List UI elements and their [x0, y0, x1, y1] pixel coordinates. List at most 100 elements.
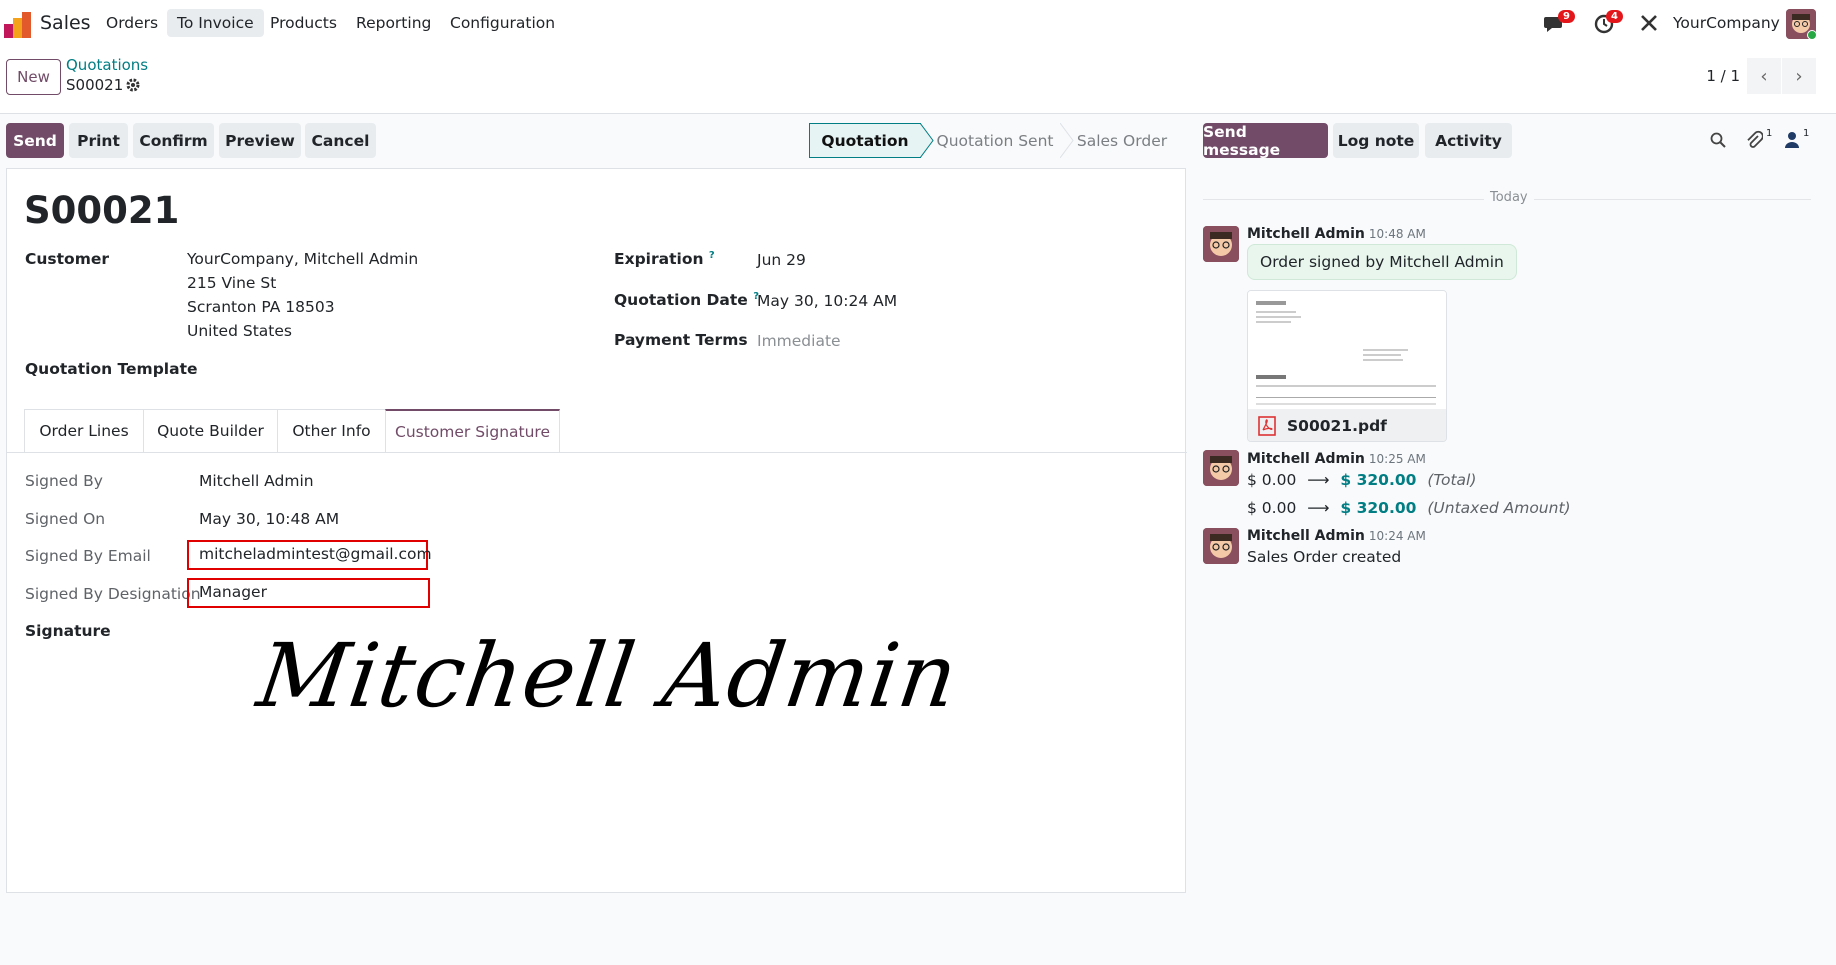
print-button[interactable]: Print — [69, 123, 128, 158]
company-switcher[interactable]: YourCompany — [1673, 14, 1780, 32]
message-header: Mitchell Admin 10:48 AM — [1247, 224, 1426, 242]
tracking-value-row: $ 0.00 ⟶ $ 320.00 (Untaxed Amount) — [1247, 499, 1571, 517]
search-icon[interactable] — [1710, 132, 1726, 148]
sales-app-icon[interactable] — [4, 12, 32, 38]
message-avatar[interactable] — [1203, 528, 1239, 564]
date-separator: Today — [1484, 190, 1534, 205]
menu-to-invoice[interactable]: To Invoice — [167, 9, 264, 37]
status-bar: Quotation Quotation Sent Sales Order — [809, 123, 1173, 158]
message-author[interactable]: Mitchell Admin — [1247, 451, 1365, 467]
user-face-icon — [1203, 528, 1239, 564]
arrow-right-icon: ⟶ — [1307, 499, 1330, 517]
tab-other-info[interactable]: Other Info — [277, 409, 386, 452]
payment-terms-value[interactable]: Immediate — [757, 332, 841, 350]
signature-label: Signature — [25, 622, 111, 640]
customer-city: Scranton PA 18503 — [187, 298, 335, 316]
message-avatar[interactable] — [1203, 450, 1239, 486]
tracking-field-name: (Untaxed Amount) — [1427, 499, 1571, 517]
tab-customer-signature[interactable]: Customer Signature — [385, 409, 560, 452]
tracking-value-row: $ 0.00 ⟶ $ 320.00 (Total) — [1247, 471, 1476, 489]
preview-button[interactable]: Preview — [219, 123, 301, 158]
arrow-right-icon: ⟶ — [1307, 471, 1330, 489]
status-sales-order[interactable]: Sales Order — [1071, 123, 1173, 158]
menu-products[interactable]: Products — [270, 14, 337, 32]
help-icon[interactable]: ? — [709, 250, 715, 261]
menu-configuration[interactable]: Configuration — [450, 14, 555, 32]
confirm-button[interactable]: Confirm — [133, 123, 214, 158]
message-body: Order signed by Mitchell Admin — [1247, 244, 1517, 280]
status-quotation-sent[interactable]: Quotation Sent — [929, 123, 1061, 158]
quotation-date-label: Quotation Date ? — [614, 291, 759, 310]
pdf-preview-thumbnail — [1248, 291, 1446, 409]
signature-image[interactable]: Mitchell Admin — [248, 624, 965, 754]
followers-count: 1 — [1803, 128, 1810, 139]
signed-by-designation-field[interactable]: Manager — [187, 578, 430, 608]
send-button[interactable]: Send — [6, 123, 64, 158]
new-button[interactable]: New — [6, 59, 61, 95]
payment-terms-label: Payment Terms — [614, 331, 748, 349]
tab-divider — [7, 452, 1187, 453]
signed-by-email-label: Signed By Email — [25, 547, 151, 565]
message-time: 10:24 AM — [1368, 529, 1426, 543]
tab-order-lines[interactable]: Order Lines — [24, 409, 144, 452]
quotation-template-label: Quotation Template — [25, 360, 198, 378]
customer-label: Customer — [25, 250, 110, 268]
quotation-date-value[interactable]: May 30, 10:24 AM — [757, 292, 897, 310]
tracking-old-value: $ 0.00 — [1247, 471, 1297, 489]
activities-badge: 4 — [1606, 10, 1623, 23]
signed-by-designation-label: Signed By Designation — [25, 585, 201, 603]
tracking-new-value: $ 320.00 — [1340, 471, 1417, 489]
signed-by-label: Signed By — [25, 472, 103, 490]
tracking-new-value: $ 320.00 — [1340, 499, 1417, 517]
message-header: Mitchell Admin 10:24 AM — [1247, 526, 1426, 544]
gear-icon[interactable] — [126, 78, 140, 92]
app-name[interactable]: Sales — [40, 12, 91, 34]
message-header: Mitchell Admin 10:25 AM — [1247, 449, 1426, 467]
attachments-count: 1 — [1766, 128, 1773, 139]
message-author[interactable]: Mitchell Admin — [1247, 528, 1365, 544]
record-title: S00021 — [24, 189, 180, 232]
customer-street: 215 Vine St — [187, 274, 277, 292]
send-message-button[interactable]: Send message — [1203, 123, 1328, 159]
status-quotation[interactable]: Quotation — [809, 123, 921, 158]
pager-prev-button[interactable]: ‹ — [1747, 58, 1781, 94]
messages-badge: 9 — [1558, 10, 1575, 23]
breadcrumb-quotations[interactable]: Quotations — [66, 56, 148, 74]
message-author[interactable]: Mitchell Admin — [1247, 226, 1365, 242]
activity-button[interactable]: Activity — [1425, 123, 1512, 158]
expiration-label: Expiration ? — [614, 250, 715, 269]
customer-name[interactable]: YourCompany, Mitchell Admin — [187, 250, 418, 268]
cancel-button[interactable]: Cancel — [305, 123, 376, 158]
control-panel: New Quotations S00021 1 / 1 ‹ › — [0, 48, 1836, 114]
breadcrumb-current: S00021 — [66, 76, 124, 94]
message-time: 10:48 AM — [1368, 227, 1426, 241]
top-navbar: Sales Orders To Invoice Products Reporti… — [0, 0, 1836, 48]
followers-icon[interactable] — [1784, 131, 1800, 149]
paperclip-icon[interactable] — [1745, 130, 1763, 150]
signed-by-email-field[interactable]: mitcheladmintest@gmail.com — [187, 540, 432, 570]
attachment-card[interactable]: S00021.pdf — [1247, 290, 1447, 442]
attachment-name[interactable]: S00021.pdf — [1287, 417, 1387, 435]
form-sheet: S00021 Customer YourCompany, Mitchell Ad… — [6, 168, 1187, 893]
pager-next-button[interactable]: › — [1782, 58, 1816, 94]
signed-on-value[interactable]: May 30, 10:48 AM — [199, 510, 339, 528]
user-face-icon — [1203, 226, 1239, 262]
menu-orders[interactable]: Orders — [106, 14, 158, 32]
tracking-old-value: $ 0.00 — [1247, 499, 1297, 517]
expiration-value[interactable]: Jun 29 — [757, 251, 806, 269]
online-status-dot — [1807, 30, 1817, 40]
signed-by-value[interactable]: Mitchell Admin — [199, 472, 314, 490]
pager-value[interactable]: 1 / 1 — [1706, 67, 1740, 85]
customer-country: United States — [187, 322, 292, 340]
signed-on-label: Signed On — [25, 510, 106, 528]
tracking-field-name: (Total) — [1427, 471, 1477, 489]
log-note-button[interactable]: Log note — [1333, 123, 1419, 158]
user-face-icon — [1203, 450, 1239, 486]
tab-quote-builder[interactable]: Quote Builder — [143, 409, 278, 452]
message-time: 10:25 AM — [1368, 452, 1426, 466]
tools-icon[interactable] — [1640, 14, 1658, 32]
chevron-right-icon: › — [1795, 65, 1803, 87]
message-avatar[interactable] — [1203, 226, 1239, 262]
pdf-file-icon — [1258, 416, 1276, 436]
menu-reporting[interactable]: Reporting — [356, 14, 431, 32]
